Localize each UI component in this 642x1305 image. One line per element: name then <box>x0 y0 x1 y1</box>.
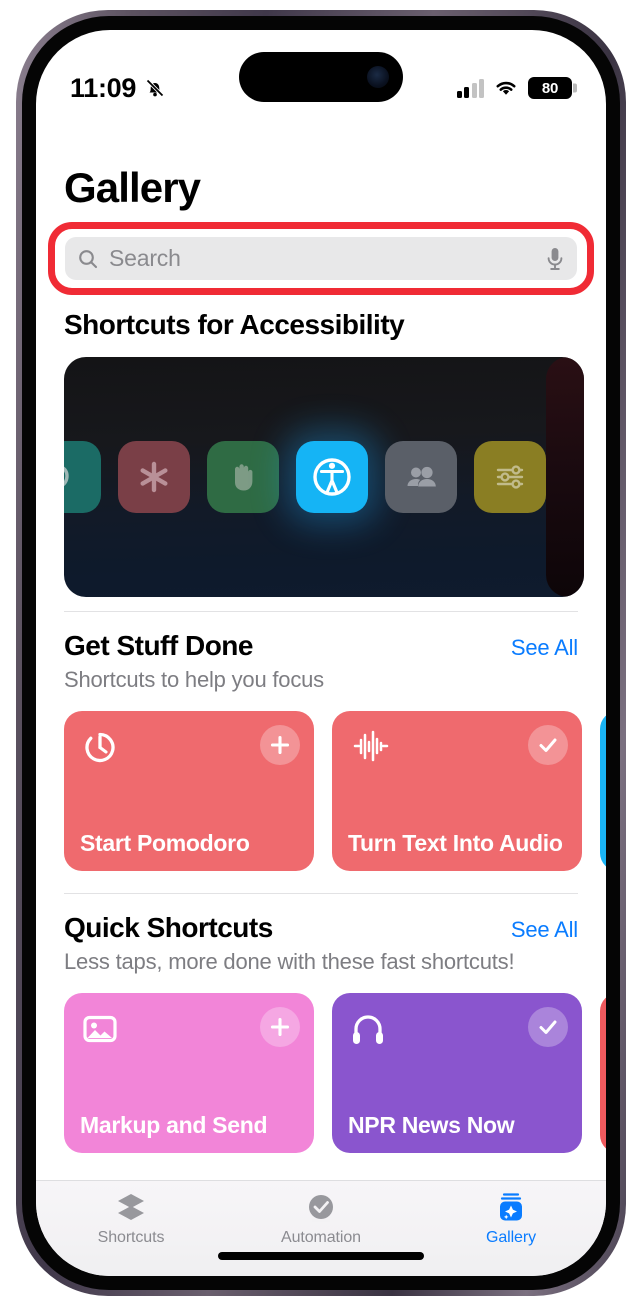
shortcut-card-markup-and-send[interactable]: Markup and Send <box>64 993 314 1153</box>
section-quick-shortcuts: Quick Shortcuts See All Less taps, more … <box>36 894 606 1175</box>
tab-gallery[interactable]: Gallery <box>416 1191 606 1247</box>
stacked-layers-icon <box>118 1194 144 1220</box>
shortcut-card-peek[interactable] <box>600 711 606 871</box>
accessibility-loop-icon <box>64 441 101 513</box>
home-indicator[interactable] <box>218 1252 424 1260</box>
section-header: Quick Shortcuts See All <box>36 912 606 944</box>
section-title: Get Stuff Done <box>64 630 254 661</box>
photo-icon <box>83 1015 117 1043</box>
banner-carousel[interactable]: F <box>36 341 606 597</box>
search-bar[interactable]: Search <box>65 237 577 280</box>
status-clock: 11:09 <box>70 72 137 103</box>
status-indicators: 80 <box>456 77 572 99</box>
shortcut-card-peek[interactable] <box>600 993 606 1153</box>
section-header: Shortcuts for Accessibility <box>36 295 606 341</box>
section-shortcuts-for-accessibility: Shortcuts for Accessibility <box>36 295 606 597</box>
see-all-link[interactable]: See All <box>511 917 578 943</box>
battery-percent-label: 80 <box>541 79 559 97</box>
shortcut-card-label: Turn Text Into Audio <box>348 830 563 856</box>
tab-label: Automation <box>281 1229 361 1246</box>
section-subtitle: Shortcuts to help you focus <box>64 667 324 692</box>
added-check-icon[interactable] <box>528 725 568 765</box>
tab-bar: Shortcuts Automation Gallery <box>36 1180 606 1276</box>
section-get-stuff-done: Get Stuff Done See All Shortcuts to help… <box>36 612 606 893</box>
shortcut-card-label: NPR News Now <box>348 1112 515 1138</box>
search-input[interactable]: Search <box>109 245 535 272</box>
phone-bezel: 11:09 80 Gallery Search Shortcuts for Ac… <box>22 16 620 1290</box>
see-all-link[interactable]: See All <box>511 635 578 661</box>
status-time-group: 11:09 <box>70 73 167 104</box>
cellular-signal-icon <box>456 78 484 98</box>
added-check-icon[interactable] <box>528 1007 568 1047</box>
section-title: Quick Shortcuts <box>64 912 273 943</box>
phone-frame: 11:09 80 Gallery Search Shortcuts for Ac… <box>16 10 626 1296</box>
dynamic-island <box>239 52 403 102</box>
accessibility-person-icon <box>296 441 368 513</box>
shortcut-card-turn-text-into-audio[interactable]: Turn Text Into Audio <box>332 711 582 871</box>
shortcut-card-carousel[interactable]: Start Pomodoro Turn Text Into Audio <box>36 693 606 893</box>
add-icon[interactable] <box>260 725 300 765</box>
hand-raised-icon <box>207 441 279 513</box>
microphone-icon[interactable] <box>545 246 565 272</box>
shortcut-card-npr-news-now[interactable]: NPR News Now <box>332 993 582 1153</box>
shortcut-card-label: Markup and Send <box>80 1112 268 1138</box>
asterisk-icon <box>118 441 190 513</box>
section-subtitle: Less taps, more done with these fast sho… <box>64 949 515 974</box>
app-icon-strip <box>64 441 584 513</box>
headphones-icon <box>353 1015 383 1044</box>
tab-automation[interactable]: Automation <box>226 1191 416 1247</box>
timer-icon <box>85 732 115 763</box>
tab-label: Gallery <box>486 1229 536 1246</box>
add-icon[interactable] <box>260 1007 300 1047</box>
battery-icon: 80 <box>528 77 572 99</box>
section-header: Get Stuff Done See All <box>36 630 606 662</box>
page-title: Gallery <box>64 164 201 211</box>
phone-screen: 11:09 80 Gallery Search Shortcuts for Ac… <box>36 30 606 1276</box>
gallery-sparkle-icon <box>500 1193 522 1221</box>
front-camera-lens <box>367 66 389 88</box>
bell-slash-icon <box>146 79 164 97</box>
next-banner-card-peek[interactable] <box>546 357 584 597</box>
shortcut-card-label: Start Pomodoro <box>80 830 250 856</box>
accessibility-banner-card[interactable]: F <box>64 357 584 597</box>
tab-label: Shortcuts <box>97 1229 165 1246</box>
clock-check-icon <box>309 1195 333 1222</box>
section-title: Shortcuts for Accessibility <box>64 309 405 340</box>
waveform-icon <box>353 730 389 762</box>
search-icon <box>79 249 98 268</box>
gallery-scroll-view[interactable]: Gallery Search Shortcuts for Accessibili… <box>36 116 606 1180</box>
people-group-icon <box>385 441 457 513</box>
search-highlight-annotation: Search <box>48 222 594 295</box>
tab-shortcuts[interactable]: Shortcuts <box>36 1191 226 1247</box>
shortcut-card-start-pomodoro[interactable]: Start Pomodoro <box>64 711 314 871</box>
wifi-icon <box>496 81 516 95</box>
sliders-icon <box>474 441 546 513</box>
shortcut-card-carousel[interactable]: Markup and Send NPR News Now <box>36 975 606 1175</box>
